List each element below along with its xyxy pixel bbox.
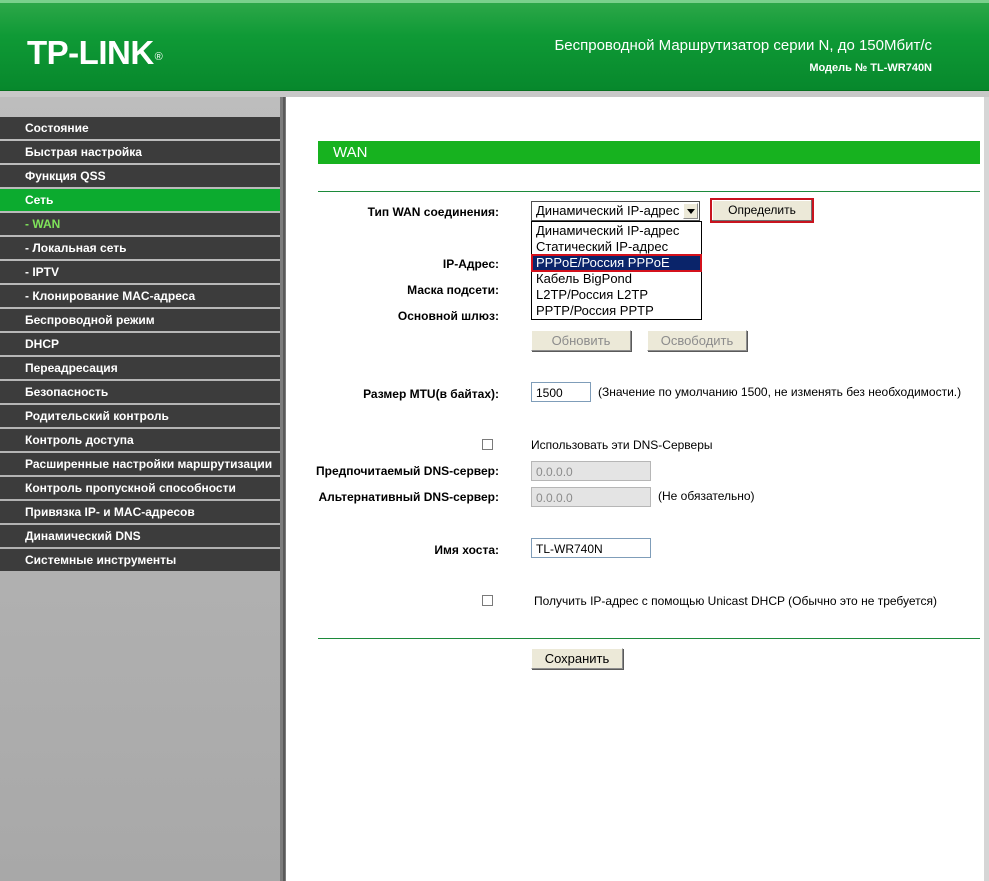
sidebar-item-ip-mac-binding[interactable]: Привязка IP- и MAC-адресов	[0, 501, 280, 523]
sidebar-item-lan[interactable]: - Локальная сеть	[0, 237, 280, 259]
primary-dns-label: Предпочитаемый DNS-сервер:	[316, 464, 499, 478]
sidebar-item-access-control[interactable]: Контроль доступа	[0, 429, 280, 451]
wan-type-select[interactable]: Динамический IP-адрес	[531, 201, 700, 221]
model-number: Модель № TL-WR740N	[809, 62, 932, 74]
renew-button[interactable]: Обновить	[531, 330, 631, 351]
subnet-mask-label: Маска подсети:	[407, 283, 499, 297]
gateway-label: Основной шлюз:	[397, 309, 499, 323]
sidebar-item-mac-clone[interactable]: - Клонирование MAC-адреса	[0, 285, 280, 307]
sidebar-item-wan[interactable]: - WAN	[0, 213, 280, 235]
sidebar-item-parental-control[interactable]: Родительский контроль	[0, 405, 280, 427]
window-right-edge	[984, 97, 989, 881]
wan-type-value: Динамический IP-адрес	[536, 203, 680, 218]
section-title-bar: WAN	[318, 141, 980, 164]
hostname-input[interactable]: TL-WR740N	[531, 538, 651, 558]
sidebar-item-dhcp[interactable]: DHCP	[0, 333, 280, 355]
sidebar-item-bandwidth-control[interactable]: Контроль пропускной способности	[0, 477, 280, 499]
sidebar-item-qss[interactable]: Функция QSS	[0, 165, 280, 187]
sidebar-item-forwarding[interactable]: Переадресация	[0, 357, 280, 379]
sidebar-item-quick-setup[interactable]: Быстрая настройка	[0, 141, 280, 163]
wan-type-dropdown: Динамический IP-адрес Статический IP-адр…	[531, 221, 702, 320]
sidebar-menu: Состояние Быстрая настройка Функция QSS …	[0, 117, 280, 573]
product-title: Беспроводной Маршрутизатор серии N, до 1…	[554, 37, 932, 54]
unicast-dhcp-label: Получить IP-адрес с помощью Unicast DHCP…	[534, 594, 938, 608]
wan-option-l2tp[interactable]: L2TP/Россия L2TP	[532, 287, 701, 303]
main-content: WAN Тип WAN соединения: Динамический IP-…	[286, 97, 989, 881]
mtu-input[interactable]: 1500	[531, 382, 591, 402]
secondary-dns-hint: (Не обязательно)	[658, 489, 755, 503]
wan-option-dynamic-ip[interactable]: Динамический IP-адрес	[532, 223, 701, 239]
use-dns-label: Использовать эти DNS-Серверы	[531, 438, 713, 452]
secondary-dns-label: Альтернативный DNS-сервер:	[318, 490, 499, 504]
tp-link-logo: TP-LINK®	[27, 34, 163, 71]
header-top-line	[0, 0, 989, 3]
unicast-dhcp-checkbox[interactable]	[482, 595, 493, 606]
wan-option-pppoe[interactable]: PPPoE/Россия PPPoE	[531, 254, 702, 272]
header-banner: TP-LINK® Беспроводной Маршрутизатор сери…	[0, 0, 989, 91]
top-divider	[318, 191, 980, 192]
mtu-label: Размер MTU(в байтах):	[363, 387, 499, 401]
use-dns-checkbox[interactable]	[482, 439, 493, 450]
hostname-label: Имя хоста:	[434, 543, 499, 557]
sidebar-item-security[interactable]: Безопасность	[0, 381, 280, 403]
wan-option-static-ip[interactable]: Статический IP-адрес	[532, 239, 701, 255]
sidebar-item-ddns[interactable]: Динамический DNS	[0, 525, 280, 547]
primary-dns-input[interactable]: 0.0.0.0	[531, 461, 651, 481]
save-button[interactable]: Сохранить	[531, 648, 623, 669]
sidebar: Состояние Быстрая настройка Функция QSS …	[0, 97, 280, 881]
sidebar-item-system-tools[interactable]: Системные инструменты	[0, 549, 280, 571]
sidebar-divider-line	[283, 97, 285, 881]
sidebar-item-status[interactable]: Состояние	[0, 117, 280, 139]
sidebar-item-wireless[interactable]: Беспроводной режим	[0, 309, 280, 331]
wan-type-label: Тип WAN соединения:	[367, 205, 499, 219]
wan-option-bigpond[interactable]: Кабель BigPond	[532, 271, 701, 287]
release-button[interactable]: Освободить	[647, 330, 747, 351]
chevron-down-icon[interactable]	[683, 203, 698, 219]
sidebar-item-iptv[interactable]: - IPTV	[0, 261, 280, 283]
bottom-divider	[318, 638, 980, 639]
wan-option-pptp[interactable]: PPTP/Россия PPTP	[532, 303, 701, 319]
detect-button[interactable]: Определить	[710, 198, 814, 223]
sidebar-item-advanced-routing[interactable]: Расширенные настройки маршрутизации	[0, 453, 280, 475]
mtu-hint: (Значение по умолчанию 1500, не изменять…	[598, 385, 962, 399]
sidebar-item-network[interactable]: Сеть	[0, 189, 280, 211]
ip-address-label: IP-Адрес:	[442, 257, 499, 271]
secondary-dns-input[interactable]: 0.0.0.0	[531, 487, 651, 507]
